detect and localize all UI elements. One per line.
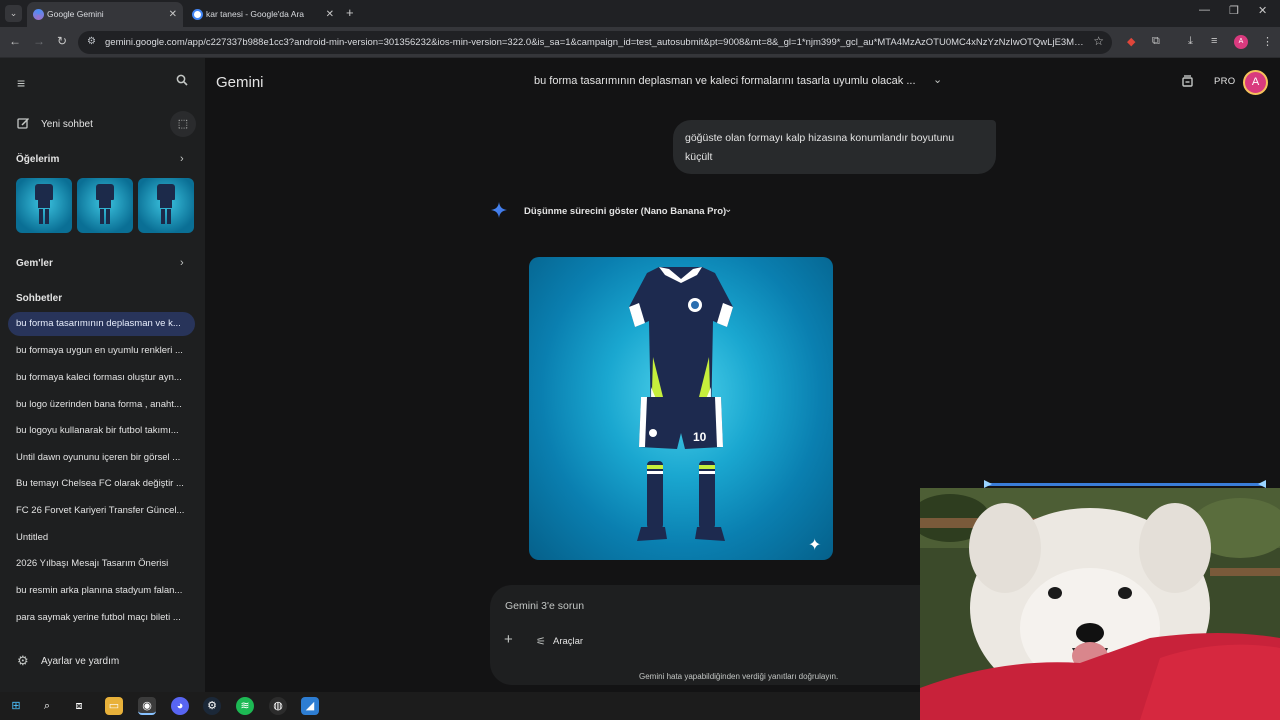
my-items-heading[interactable]: Öğelerim bbox=[16, 154, 59, 165]
chevron-right-icon[interactable]: › bbox=[180, 153, 184, 165]
edit-icon bbox=[17, 117, 30, 133]
minimize-icon[interactable]: — bbox=[1199, 4, 1210, 16]
temporary-chat-icon[interactable]: ⬚ bbox=[170, 111, 196, 137]
address-bar[interactable]: ⚙ gemini.google.com/app/c227337b988e1cc3… bbox=[78, 31, 1112, 54]
bookmark-star-icon[interactable]: ☆ bbox=[1093, 34, 1104, 48]
chat-item[interactable]: bu forma tasarımının deplasman ve k... bbox=[8, 312, 195, 336]
disclaimer-text: Gemini hata yapabildiğinden verdiği yanı… bbox=[639, 672, 839, 681]
webcam-overlay bbox=[920, 488, 1280, 720]
show-thinking-toggle[interactable]: Düşünme sürecini göster (Nano Banana Pro… bbox=[524, 206, 726, 217]
chat-item[interactable]: bu logo üzerinden bana forma , anaht... bbox=[8, 393, 195, 417]
add-attachment-plus-icon[interactable]: + bbox=[504, 631, 513, 648]
prompt-placeholder[interactable]: Gemini 3'e sorun bbox=[505, 600, 584, 612]
chat-item[interactable]: 2026 Yılbaşı Mesajı Tasarım Önerisi bbox=[8, 552, 195, 576]
tab-title: Google Gemini bbox=[47, 9, 104, 19]
chat-item[interactable]: bu formaya kaleci forması oluştur ayn... bbox=[8, 366, 195, 390]
tools-label: Araçlar bbox=[553, 636, 584, 647]
gems-heading[interactable]: Gem'ler bbox=[16, 258, 53, 269]
share-chat-icon[interactable] bbox=[1181, 74, 1194, 90]
chrome-icon[interactable]: ◉ bbox=[138, 697, 156, 715]
chat-item[interactable]: bu formaya uygun en uyumlu renkleri ... bbox=[8, 339, 195, 363]
kit-number: 10 bbox=[693, 430, 707, 444]
reload-icon[interactable]: ↻ bbox=[57, 34, 67, 48]
windows-taskbar: ⊞ ⌕ ⧈ ▭ ◉ ◕ ⚙ ≋ ◍ ◢ bbox=[0, 692, 920, 720]
tools-sliders-icon: ⚟ bbox=[536, 636, 546, 648]
windows-start-icon[interactable]: ⊞ bbox=[7, 697, 25, 715]
item-thumbnail[interactable] bbox=[16, 178, 72, 233]
new-chat-label: Yeni sohbet bbox=[41, 119, 93, 130]
gemini-favicon-icon bbox=[33, 9, 44, 20]
chevron-down-icon[interactable]: ⌄ bbox=[724, 204, 732, 215]
google-favicon-icon bbox=[192, 9, 203, 20]
new-tab-plus-icon[interactable]: + bbox=[346, 5, 354, 20]
site-settings-icon[interactable]: ⚙ bbox=[87, 36, 96, 47]
chat-item[interactable]: bu logoyu kullanarak bir futbol takımı..… bbox=[8, 419, 195, 443]
tab-search-chevron-icon[interactable]: ⌄ bbox=[5, 5, 22, 22]
item-thumbnail[interactable] bbox=[138, 178, 194, 233]
sidebar: ≡ Yeni sohbet ⬚ Öğelerim › Gem'ler › Soh… bbox=[0, 58, 205, 692]
forward-arrow-icon[interactable]: → bbox=[33, 34, 45, 48]
browser-toolbar: ← → ↻ ⚙ gemini.google.com/app/c227337b98… bbox=[0, 27, 1280, 58]
chevron-down-icon[interactable]: ⌄ bbox=[933, 73, 942, 86]
extensions-puzzle-icon[interactable]: ⧉ bbox=[1152, 35, 1160, 48]
steam-icon[interactable]: ⚙ bbox=[203, 697, 221, 715]
close-tab-icon[interactable]: ✕ bbox=[326, 2, 334, 27]
task-view-icon[interactable]: ⧈ bbox=[70, 697, 88, 715]
file-explorer-icon[interactable]: ▭ bbox=[105, 697, 123, 715]
hamburger-menu-icon[interactable]: ≡ bbox=[17, 75, 25, 91]
chats-heading: Sohbetler bbox=[16, 293, 63, 304]
tab-google-gemini[interactable]: Google Gemini ✕ bbox=[27, 2, 183, 27]
image-spark-icon: ✦ bbox=[808, 537, 822, 554]
conversation-title[interactable]: bu forma tasarımının deplasman ve kaleci… bbox=[534, 75, 916, 87]
url-text[interactable]: gemini.google.com/app/c227337b988e1cc3?a… bbox=[105, 31, 1090, 54]
chat-item[interactable]: bu resmin arka planına stadyum falan... bbox=[8, 579, 195, 603]
app-icon[interactable]: ◢ bbox=[301, 697, 319, 715]
obs-icon[interactable]: ◍ bbox=[269, 697, 287, 715]
discord-icon[interactable]: ◕ bbox=[171, 697, 189, 715]
search-icon[interactable]: ⌕ bbox=[38, 697, 56, 715]
app-title: Gemini bbox=[216, 74, 264, 91]
chat-item[interactable]: Bu temayı Chelsea FC olarak değiştir ... bbox=[8, 472, 195, 496]
prompt-input[interactable]: Gemini 3'e sorun + ⚟ Araçlar bbox=[490, 585, 930, 685]
chat-item[interactable]: FC 26 Forvet Kariyeri Transfer Güncel... bbox=[8, 499, 195, 523]
item-thumbnail[interactable] bbox=[77, 178, 133, 233]
gear-icon: ⚙ bbox=[17, 653, 29, 668]
gemini-spark-icon bbox=[491, 202, 507, 218]
avatar[interactable]: A bbox=[1243, 70, 1268, 95]
extension-icon[interactable]: ◆ bbox=[1127, 35, 1135, 48]
close-tab-icon[interactable]: ✕ bbox=[169, 2, 177, 27]
browser-tab-bar: ⌄ Google Gemini ✕ kar tanesi - Google'da… bbox=[0, 0, 1280, 27]
close-window-icon[interactable]: ✕ bbox=[1258, 4, 1267, 17]
tab-title: kar tanesi - Google'da Ara bbox=[206, 9, 305, 19]
browser-profile-avatar[interactable]: A bbox=[1234, 35, 1248, 49]
pro-badge[interactable]: PRO bbox=[1214, 76, 1236, 87]
settings-label: Ayarlar ve yardım bbox=[41, 656, 120, 667]
chat-item[interactable]: Until dawn oyununu içeren bir görsel ... bbox=[8, 446, 195, 470]
spotify-icon[interactable]: ≋ bbox=[236, 697, 254, 715]
download-icon[interactable]: ⤓ bbox=[1188, 35, 1193, 48]
back-arrow-icon[interactable]: ← bbox=[9, 34, 21, 48]
user-message: göğüste olan formayı kalp hizasına konum… bbox=[673, 120, 996, 174]
chat-item[interactable]: para saymak yerine futbol maçı bileti ..… bbox=[8, 606, 195, 630]
browser-menu-icon[interactable]: ⋮ bbox=[1262, 35, 1273, 48]
media-controls-icon[interactable]: ≡ bbox=[1211, 35, 1217, 47]
tab-google-search[interactable]: kar tanesi - Google'da Ara ✕ bbox=[186, 2, 340, 27]
chevron-right-icon[interactable]: › bbox=[180, 257, 184, 269]
search-icon[interactable] bbox=[176, 74, 188, 89]
chat-item[interactable]: Untitled bbox=[8, 526, 195, 550]
generated-image[interactable]: 10 ✦ bbox=[529, 257, 833, 560]
restore-icon[interactable]: ❐ bbox=[1229, 4, 1239, 17]
